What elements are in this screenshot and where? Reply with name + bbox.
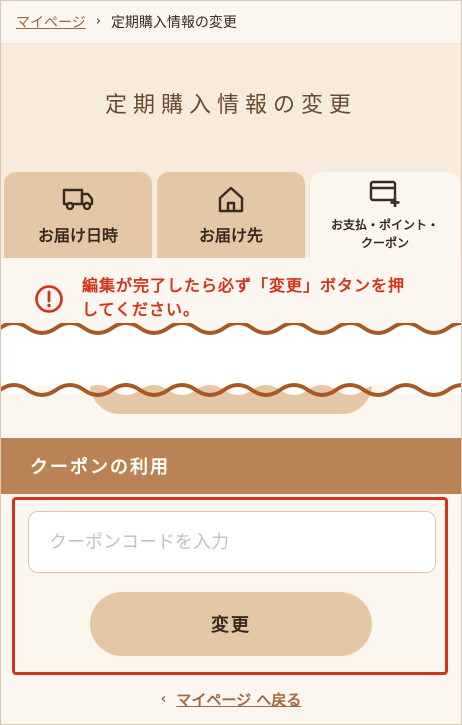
back-to-mypage-link[interactable]: ‹ マイページ へ戻る [0, 684, 462, 714]
tab-delivery-datetime[interactable]: お届け日時 [4, 172, 152, 258]
breadcrumb-separator: › [95, 14, 101, 29]
alert-circle-icon [35, 285, 63, 313]
breadcrumb-mypage-link[interactable]: マイページ [16, 12, 86, 32]
notice-line1: 編集が完了したら必ず「変更」ボタンを押 [82, 276, 406, 295]
wavy-cut-divider [0, 318, 462, 397]
notice-line2: してください。 [82, 300, 201, 319]
credit-card-plus-icon [369, 180, 400, 207]
breadcrumb: マイページ › 定期購入情報の変更 [0, 0, 462, 44]
tab-payment-point-coupon[interactable]: お支払・ポイント・ クーポン [310, 172, 460, 258]
back-link-label: マイページ へ戻る [176, 690, 302, 709]
tab-delivery-address[interactable]: お届け先 [157, 172, 305, 258]
page-header: 定期購入情報の変更 [0, 44, 462, 162]
change-button[interactable]: 変更 [90, 592, 372, 656]
breadcrumb-current: 定期購入情報の変更 [110, 14, 237, 31]
coupon-section-heading: クーポンの利用 [0, 438, 462, 494]
truck-icon [62, 188, 94, 211]
chevron-left-icon: ‹ [160, 691, 167, 707]
notice-message: 編集が完了したら必ず「変更」ボタンを押 してください。 [82, 274, 405, 322]
home-icon [218, 186, 244, 213]
tab-delivery-address-label: お届け先 [198, 226, 263, 245]
tab-payment-point-coupon-label: お支払・ポイント・ クーポン [331, 216, 439, 252]
tab-bar: お届け日時 お届け先 お支払・ポイント・ クーポン [0, 162, 462, 258]
page-title: 定期購入情報の変更 [104, 93, 357, 118]
tab-delivery-datetime-label: お届け日時 [37, 226, 118, 245]
tab-label-line1: お支払・ポイント・ [330, 218, 439, 232]
coupon-code-input[interactable] [28, 511, 436, 573]
tab-label-line2: クーポン [360, 236, 409, 250]
